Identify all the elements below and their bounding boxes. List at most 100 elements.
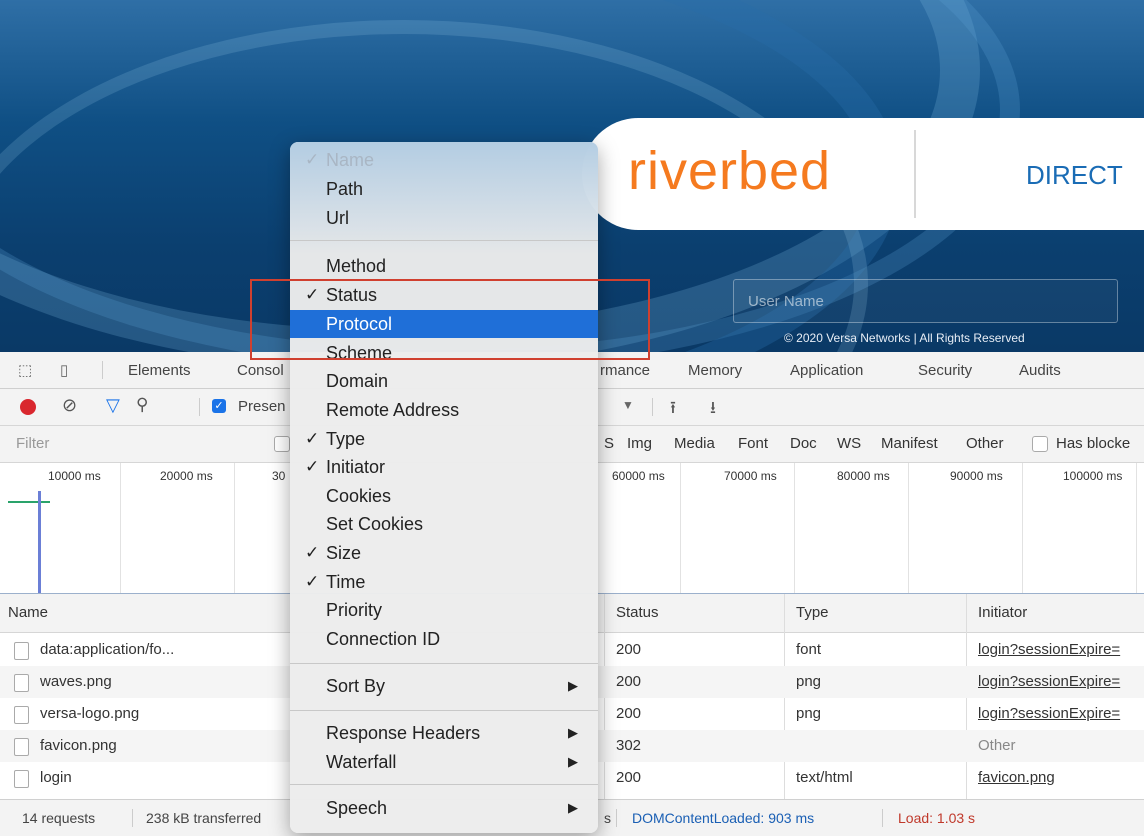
request-name[interactable]: login <box>40 762 72 794</box>
tab-elements[interactable]: Elements <box>128 362 191 379</box>
filter-icon[interactable]: ▽ <box>106 395 120 416</box>
request-type: font <box>796 641 822 658</box>
menu-item-path[interactable]: Path <box>290 175 598 203</box>
riverbed-logo: riverbed <box>628 141 832 201</box>
menu-item-cookies[interactable]: Cookies <box>290 482 598 510</box>
grid-line <box>1022 463 1023 593</box>
filter-type-media[interactable]: Media <box>674 435 715 452</box>
menu-item-size[interactable]: ✓ Size <box>290 539 598 567</box>
menu-item-method[interactable]: Method <box>290 252 598 280</box>
filter-type-img[interactable]: Img <box>627 435 652 452</box>
timeline-tick: 20000 ms <box>160 469 213 483</box>
request-initiator: Other <box>978 737 1016 754</box>
menu-item-sort-by[interactable]: Sort By ▶ <box>290 672 598 700</box>
request-name[interactable]: versa-logo.png <box>40 698 139 730</box>
column-header-name[interactable]: Name <box>8 594 49 632</box>
divider <box>199 398 200 416</box>
request-status: 200 <box>616 705 642 722</box>
clear-icon[interactable]: ⊘ <box>62 395 77 416</box>
menu-item-label: Type <box>326 429 366 449</box>
tab-security[interactable]: Security <box>918 362 972 379</box>
hide-data-urls-checkbox[interactable] <box>274 436 290 452</box>
tab-console[interactable]: Consol <box>237 362 284 379</box>
request-type: png <box>796 705 822 722</box>
checkmark-icon: ✓ <box>305 457 320 476</box>
export-har-icon[interactable]: ⭳ <box>710 395 716 424</box>
menu-item-label: Url <box>326 208 349 228</box>
menu-item-label: Cookies <box>326 486 392 506</box>
tab-audits[interactable]: Audits <box>1019 362 1061 379</box>
logo-divider <box>914 130 916 218</box>
timeline-marker <box>38 491 41 593</box>
grid-line <box>1136 463 1137 593</box>
request-initiator-link[interactable]: login?sessionExpire= <box>978 698 1144 730</box>
record-icon[interactable] <box>20 399 36 415</box>
filter-type-doc[interactable]: Doc <box>790 435 817 452</box>
device-toolbar-icon[interactable]: ▯ <box>60 361 76 379</box>
menu-item-domain[interactable]: Domain <box>290 367 598 395</box>
filter-type-js[interactable]: S <box>604 435 614 452</box>
menu-item-set-cookies[interactable]: Set Cookies <box>290 510 598 538</box>
chevron-down-icon[interactable]: ▼ <box>622 398 634 412</box>
request-initiator-link[interactable]: login?sessionExpire= <box>978 634 1144 666</box>
tab-application[interactable]: Application <box>790 362 863 379</box>
submenu-arrow-icon: ▶ <box>568 678 578 693</box>
tab-memory[interactable]: Memory <box>688 362 742 379</box>
request-type: text/html <box>796 769 853 786</box>
menu-item-label: Sort By <box>326 676 386 696</box>
menu-item-waterfall[interactable]: Waterfall ▶ <box>290 748 598 776</box>
menu-item-label: Speech <box>326 798 388 818</box>
column-header-status[interactable]: Status <box>616 594 659 632</box>
divider <box>102 361 103 379</box>
menu-item-time[interactable]: ✓ Time <box>290 568 598 596</box>
request-name[interactable]: favicon.png <box>40 730 117 762</box>
menu-item-type[interactable]: ✓ Type <box>290 425 598 453</box>
divider <box>882 809 883 827</box>
grid-line <box>908 463 909 593</box>
grid-line <box>234 463 235 593</box>
menu-item-speech[interactable]: Speech ▶ <box>290 794 598 822</box>
transferred-size: 238 kB transferred <box>146 810 262 826</box>
menu-item-label: Domain <box>326 371 389 391</box>
request-name[interactable]: data:application/fo... <box>40 634 174 666</box>
filter-input[interactable]: Filter <box>16 435 49 452</box>
preserve-log-label: Presen <box>238 398 286 415</box>
request-initiator-link[interactable]: favicon.png <box>978 762 1055 794</box>
finish-time-partial: s <box>604 810 611 826</box>
menu-item-initiator[interactable]: ✓ Initiator <box>290 453 598 481</box>
filter-type-ws[interactable]: WS <box>837 435 861 452</box>
annotation-highlight-box <box>250 279 650 360</box>
column-context-menu: ✓ Name Path Url Method ✓ Status Protocol… <box>290 142 598 833</box>
has-blocked-label: Has blocke <box>1056 435 1131 452</box>
has-blocked-checkbox[interactable] <box>1032 436 1048 452</box>
menu-separator <box>290 663 598 664</box>
load-time: Load: 1.03 s <box>898 810 976 826</box>
column-header-initiator[interactable]: Initiator <box>978 594 1028 632</box>
file-icon <box>14 770 29 788</box>
menu-item-url[interactable]: Url <box>290 204 598 232</box>
request-initiator-link[interactable]: login?sessionExpire= <box>978 666 1144 698</box>
timeline-bar <box>8 501 50 503</box>
menu-item-priority[interactable]: Priority <box>290 596 598 624</box>
inspect-element-icon[interactable]: ⬚ <box>18 361 34 379</box>
menu-item-response-headers[interactable]: Response Headers ▶ <box>290 719 598 747</box>
checkmark-icon: ✓ <box>305 150 320 169</box>
request-status: 200 <box>616 769 642 786</box>
search-icon[interactable]: ⚲ <box>136 395 148 415</box>
filter-type-font[interactable]: Font <box>738 435 768 452</box>
grid-line <box>120 463 121 593</box>
dom-content-loaded: DOMContentLoaded: 903 ms <box>632 810 815 826</box>
import-har-icon[interactable]: ⭱ <box>670 395 676 424</box>
column-header-type[interactable]: Type <box>796 594 829 632</box>
request-name[interactable]: waves.png <box>40 666 112 698</box>
menu-separator <box>290 240 598 241</box>
tab-performance[interactable]: rmance <box>600 362 650 379</box>
menu-item-label: Method <box>326 256 387 276</box>
menu-item-remote-address[interactable]: Remote Address <box>290 396 598 424</box>
username-input[interactable]: User Name <box>733 279 1118 323</box>
filter-type-other[interactable]: Other <box>966 435 1004 452</box>
preserve-log-checkbox[interactable]: ✓ <box>212 399 226 413</box>
menu-item-name[interactable]: ✓ Name <box>290 146 598 174</box>
filter-type-manifest[interactable]: Manifest <box>881 435 938 452</box>
menu-item-connection-id[interactable]: Connection ID <box>290 625 598 653</box>
